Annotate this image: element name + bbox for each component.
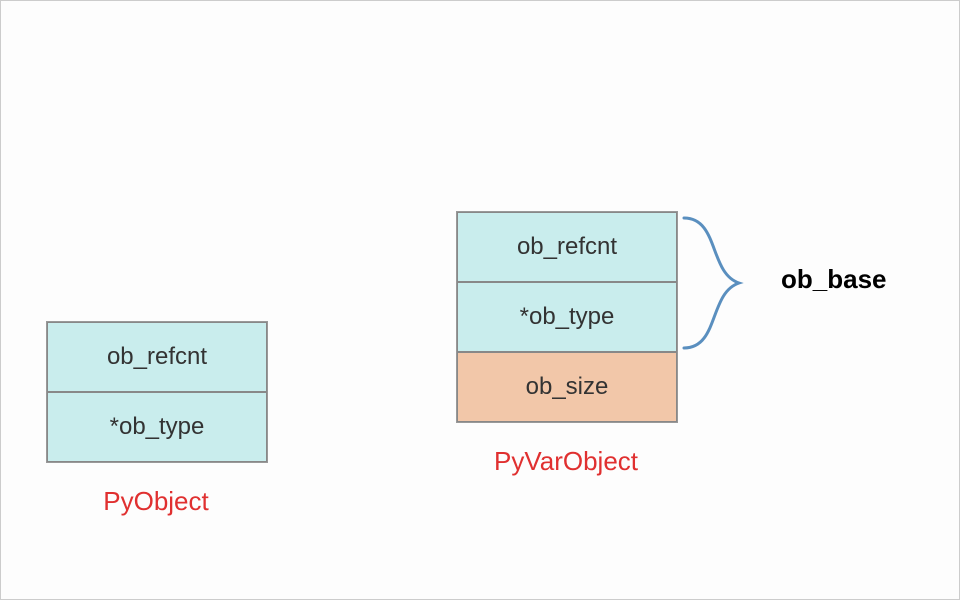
pyvarobject-struct: ob_refcnt *ob_type ob_size	[456, 211, 678, 423]
pyvarobject-field-refcnt: ob_refcnt	[457, 212, 677, 282]
pyobject-title: PyObject	[46, 486, 266, 517]
pyobject-field-type: *ob_type	[47, 392, 267, 462]
pyvarobject-title: PyVarObject	[456, 446, 676, 477]
pyvarobject-field-size: ob_size	[457, 352, 677, 422]
pyvarobject-field-type: *ob_type	[457, 282, 677, 352]
pyobject-field-refcnt: ob_refcnt	[47, 322, 267, 392]
pyobject-struct: ob_refcnt *ob_type	[46, 321, 268, 463]
brace-icon	[679, 213, 779, 353]
ob-base-annotation: ob_base	[781, 264, 887, 295]
